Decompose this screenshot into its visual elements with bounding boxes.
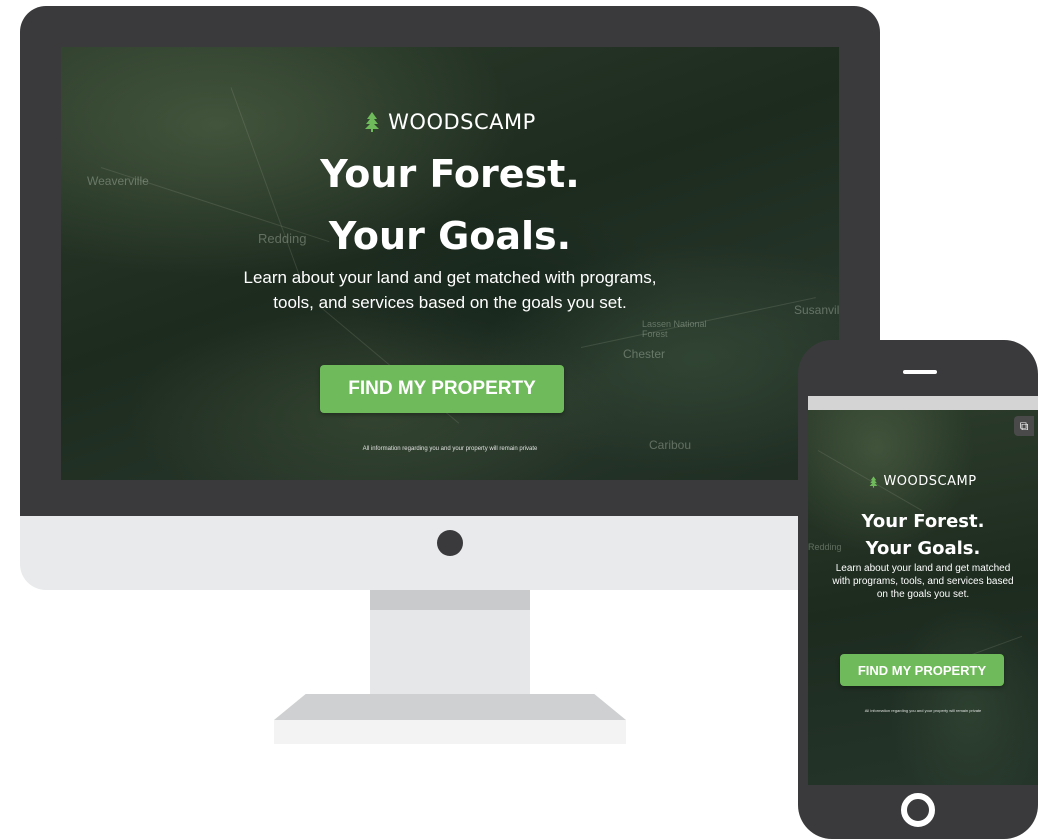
- headline-line1: Your Forest.: [861, 511, 985, 532]
- find-my-property-button[interactable]: FIND MY PROPERTY: [320, 365, 564, 413]
- pine-tree-icon: [365, 112, 380, 132]
- headline-line2: Your Goals.: [328, 214, 572, 258]
- privacy-note: All information regarding you and your p…: [864, 708, 982, 713]
- monitor-stand-base: [274, 694, 626, 720]
- device-mockup-stage: Weaverville Redding Chester Susanvil Car…: [0, 0, 1038, 839]
- phone-status-bar: [808, 396, 1038, 410]
- pine-tree-icon: [870, 475, 878, 488]
- subtext-line1: Learn about your land and get matched wi…: [243, 268, 657, 287]
- phone-home-button[interactable]: [901, 793, 935, 827]
- brand-logo[interactable]: WOODSCAMP: [61, 110, 839, 134]
- brand-name: WOODSCAMP: [883, 474, 977, 489]
- brand-logo[interactable]: WOODSCAMP: [808, 474, 1038, 489]
- hubspot-sprocket-icon[interactable]: ⧉: [1014, 416, 1034, 436]
- desktop-screen: Weaverville Redding Chester Susanvil Car…: [61, 47, 839, 480]
- monitor-logo-dot: [437, 530, 463, 556]
- find-my-property-button[interactable]: FIND MY PROPERTY: [840, 654, 1004, 686]
- headline-line2: Your Goals.: [865, 538, 981, 559]
- map-label-chester: Chester: [623, 347, 666, 361]
- monitor-stand-neck: [370, 590, 530, 694]
- phone-speaker: [903, 370, 937, 374]
- headline-line1: Your Forest.: [320, 152, 580, 196]
- monitor-stand-foot: [274, 720, 626, 744]
- map-label-lassen: Lassen National Forest: [642, 319, 707, 339]
- subtext-line2: tools, and services based on the goals y…: [273, 293, 627, 312]
- privacy-note: All information regarding you and your p…: [362, 446, 538, 452]
- brand-name: WOODSCAMP: [388, 110, 536, 134]
- subtext: Learn about your land and get matched wi…: [832, 563, 1014, 600]
- phone-screen: Redding WOODSCAMP Your Forest. Your Goal…: [808, 410, 1038, 785]
